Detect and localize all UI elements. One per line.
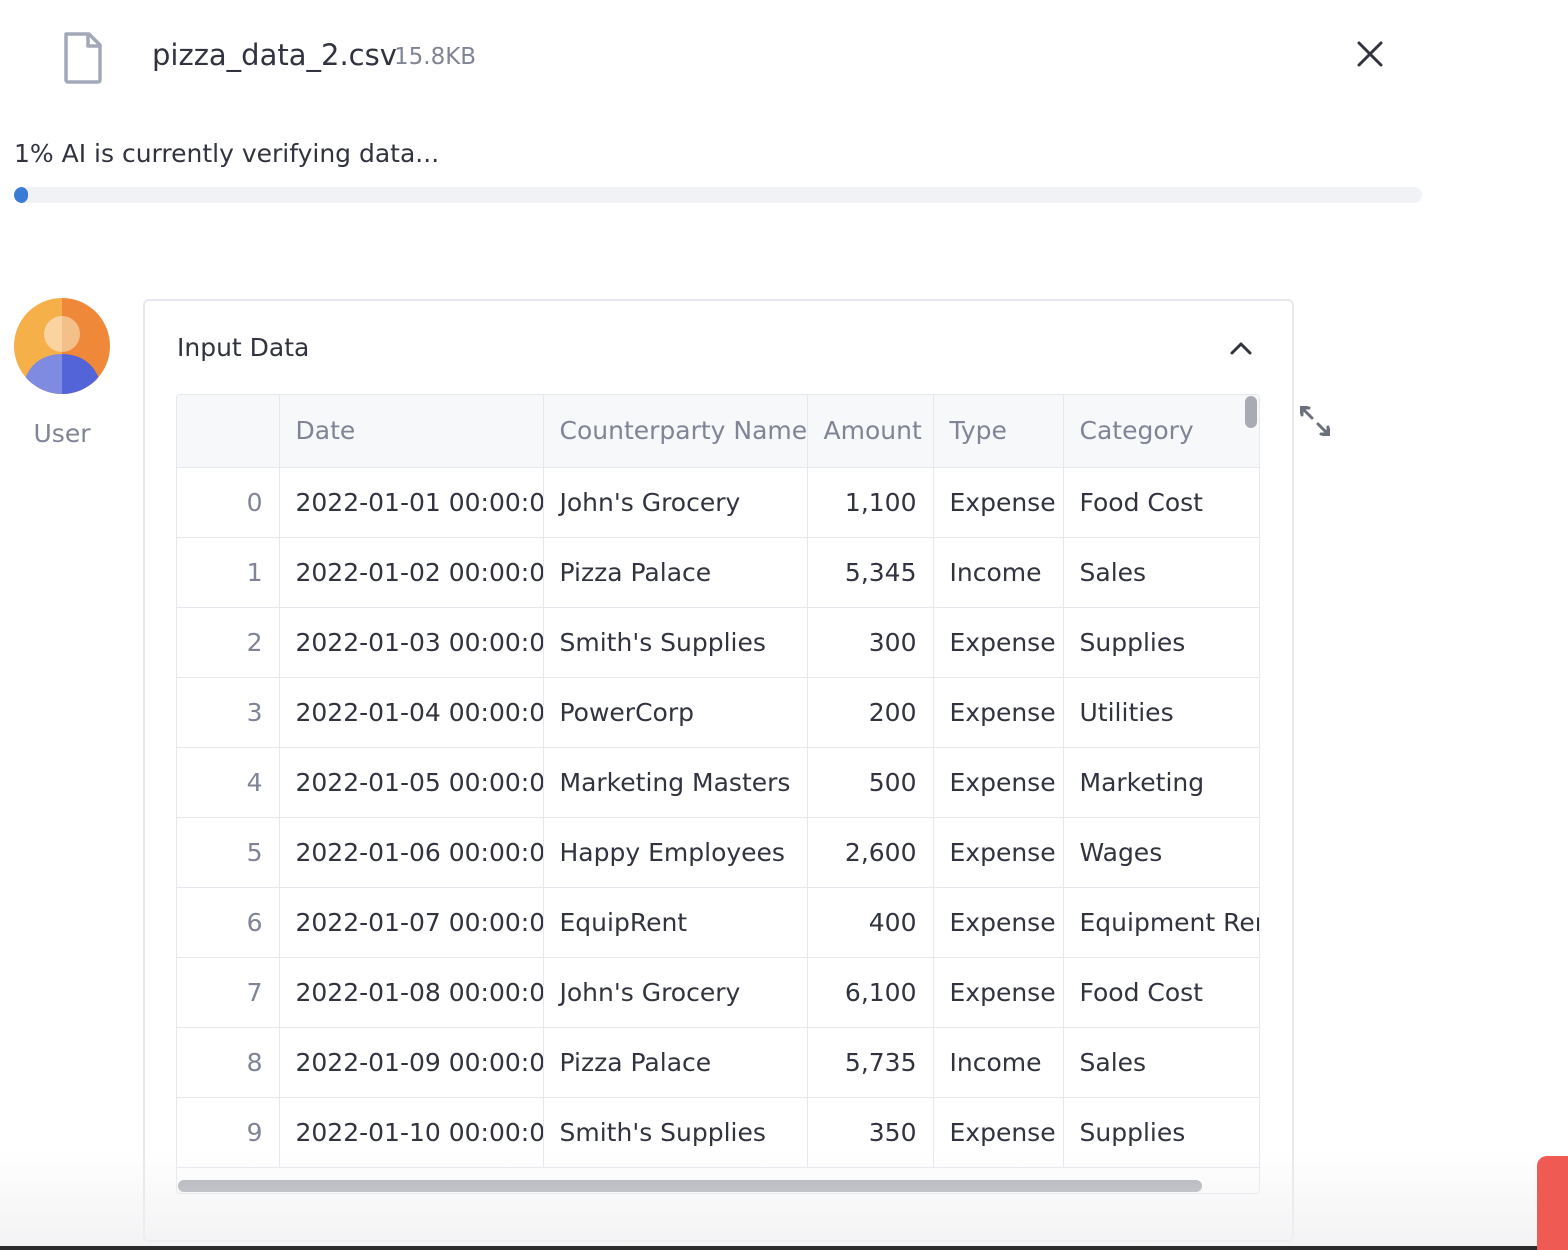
cell-category[interactable]: Food Cost [1063,467,1259,538]
column-header-date[interactable]: Date [279,395,544,468]
file-size: 15.8KB [394,44,477,70]
cell-type[interactable]: Expense [933,467,1064,538]
cell-amount[interactable]: 500 [807,747,934,818]
progress-bar-fill [14,187,29,203]
column-header-counterparty[interactable]: Counterparty Name [543,395,808,468]
table-row: 8 2022-01-09 00:00:00 Pizza Palace 5,735 Inc… [177,1027,1259,1098]
cell-type[interactable]: Income [933,537,1064,608]
cell-amount[interactable]: 5,345 [807,537,934,608]
cell-amount[interactable]: 2,600 [807,817,934,888]
row-index[interactable]: 3 [177,677,280,748]
table-row: 5 2022-01-06 00:00:00 Happy Employees 2,600… [177,817,1259,888]
cell-category[interactable]: Food Cost [1063,957,1259,1028]
cell-counterparty[interactable]: Pizza Palace [543,1027,808,1098]
fullscreen-icon[interactable] [1296,402,1334,440]
row-index[interactable]: 8 [177,1027,280,1098]
cell-category[interactable]: Marketing [1063,747,1259,818]
cell-amount[interactable]: 5,735 [807,1027,934,1098]
cell-type[interactable]: Expense [933,1097,1064,1168]
row-index[interactable]: 4 [177,747,280,818]
cell-type[interactable]: Income [933,1027,1064,1098]
table-row: 2 2022-01-03 00:00:00 Smith's Supplies 300 E… [177,607,1259,678]
chevron-up-icon[interactable] [1225,333,1257,365]
cell-counterparty[interactable]: EquipRent [543,887,808,958]
cell-type[interactable]: Expense [933,607,1064,678]
cell-category[interactable]: Supplies [1063,1097,1259,1168]
cell-category[interactable]: Utilities [1063,677,1259,748]
table-row: 3 2022-01-04 00:00:00 PowerCorp 200 Expense U… [177,677,1259,748]
column-header-type[interactable]: Type [933,395,1064,468]
cell-date[interactable]: 2022-01-02 00:00:00 [279,537,544,608]
row-index[interactable]: 0 [177,467,280,538]
cell-amount[interactable]: 300 [807,607,934,678]
cell-category[interactable]: Equipment Ren [1063,887,1259,958]
cell-date[interactable]: 2022-01-08 00:00:00 [279,957,544,1028]
progress-status-text: 1% AI is currently verifying data... [14,139,440,168]
horizontal-scrollbar[interactable] [178,1180,1202,1192]
cell-category[interactable]: Sales [1063,1027,1259,1098]
cell-counterparty[interactable]: Smith's Supplies [543,1097,808,1168]
table-header-row: Date Counterparty Name Amount Type Categ… [177,395,1259,468]
row-index[interactable]: 2 [177,607,280,678]
cell-date[interactable]: 2022-01-10 00:00:00 [279,1097,544,1168]
cell-counterparty[interactable]: John's Grocery [543,467,808,538]
close-icon[interactable] [1350,34,1390,74]
cell-date[interactable]: 2022-01-07 00:00:00 [279,887,544,958]
table-row: 0 2022-01-01 00:00:00 John's Grocery 1,100 E… [177,467,1259,538]
cell-counterparty[interactable]: John's Grocery [543,957,808,1028]
row-index[interactable]: 5 [177,817,280,888]
cell-amount[interactable]: 200 [807,677,934,748]
row-index[interactable]: 9 [177,1097,280,1168]
cell-counterparty[interactable]: PowerCorp [543,677,808,748]
progress-bar [14,187,1422,203]
user-avatar-icon [14,298,110,394]
cell-category[interactable]: Wages [1063,817,1259,888]
column-header-amount[interactable]: Amount [807,395,934,468]
cell-date[interactable]: 2022-01-01 00:00:00 [279,467,544,538]
cell-type[interactable]: Expense [933,677,1064,748]
cell-counterparty[interactable]: Marketing Masters [543,747,808,818]
cell-type[interactable]: Expense [933,817,1064,888]
cell-date[interactable]: 2022-01-05 00:00:00 [279,747,544,818]
vertical-scrollbar[interactable] [1245,396,1257,428]
cell-category[interactable]: Sales [1063,537,1259,608]
cell-date[interactable]: 2022-01-04 00:00:00 [279,677,544,748]
cell-date[interactable]: 2022-01-06 00:00:00 [279,817,544,888]
cell-counterparty[interactable]: Smith's Supplies [543,607,808,678]
user-label: User [33,419,91,448]
row-index[interactable]: 1 [177,537,280,608]
file-icon [64,32,102,84]
cell-amount[interactable]: 1,100 [807,467,934,538]
bottom-divider [0,1246,1568,1250]
cell-amount[interactable]: 6,100 [807,957,934,1028]
cell-type[interactable]: Expense [933,887,1064,958]
column-header-index[interactable] [177,395,280,468]
cell-amount[interactable]: 350 [807,1097,934,1168]
row-index[interactable]: 6 [177,887,280,958]
file-name: pizza_data_2.csv [152,38,397,72]
table-row: 4 2022-01-05 00:00:00 Marketing Masters 500… [177,747,1259,818]
table-row: 1 2022-01-02 00:00:00 Pizza Palace 5,345 Inc… [177,537,1259,608]
data-table-container[interactable]: Date Counterparty Name Amount Type Categ… [176,394,1260,1194]
cell-counterparty[interactable]: Pizza Palace [543,537,808,608]
column-header-category[interactable]: Category [1063,395,1259,468]
row-index[interactable]: 7 [177,957,280,1028]
cell-type[interactable]: Expense [933,957,1064,1028]
table-row: 7 2022-01-08 00:00:00 John's Grocery 6,100 E… [177,957,1259,1028]
cell-counterparty[interactable]: Happy Employees [543,817,808,888]
expander-title[interactable]: Input Data [177,331,309,365]
corner-button[interactable] [1537,1156,1568,1250]
table-row: 9 2022-01-10 00:00:00 Smith's Supplies 350 E… [177,1097,1259,1168]
data-table: Date Counterparty Name Amount Type Categ… [177,395,1259,1168]
cell-category[interactable]: Supplies [1063,607,1259,678]
upload-panel: pizza_data_2.csv 15.8KB 1% AI is current… [0,0,1568,1250]
cell-amount[interactable]: 400 [807,887,934,958]
cell-type[interactable]: Expense [933,747,1064,818]
table-row: 6 2022-01-07 00:00:00 EquipRent 400 Expense E… [177,887,1259,958]
cell-date[interactable]: 2022-01-09 00:00:00 [279,1027,544,1098]
cell-date[interactable]: 2022-01-03 00:00:00 [279,607,544,678]
